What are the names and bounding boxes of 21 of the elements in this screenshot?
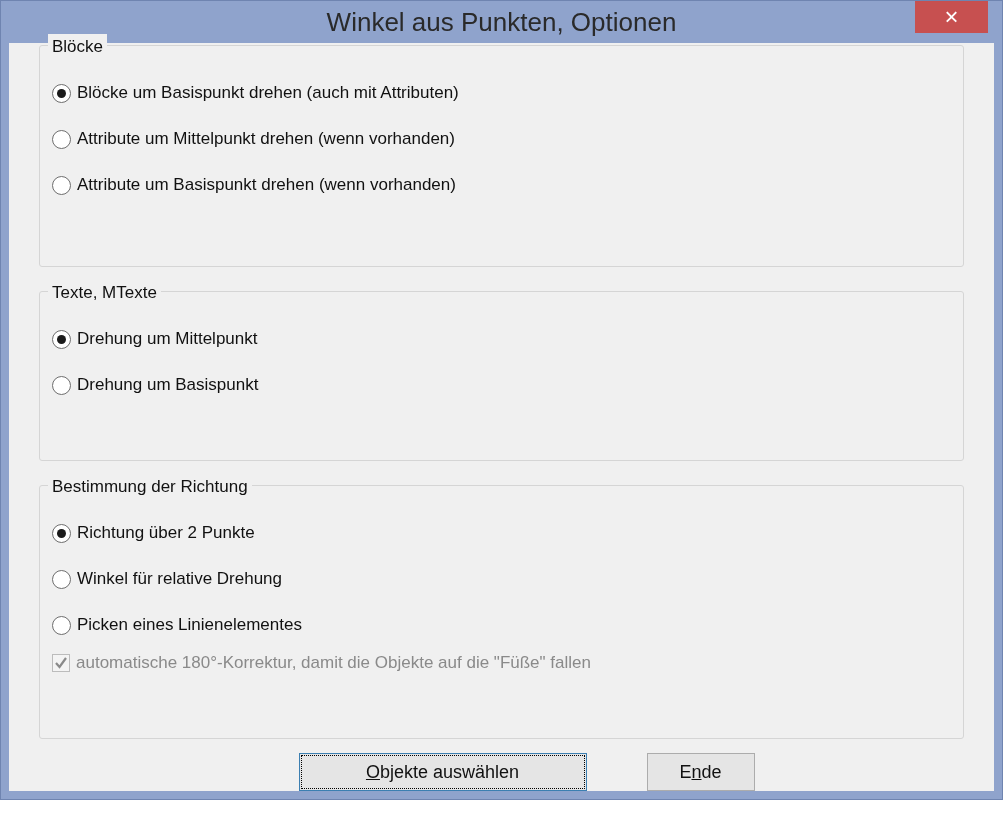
radio-button[interactable]	[52, 129, 71, 149]
radio-button[interactable]	[52, 83, 71, 103]
window-title: Winkel aus Punkten, Optionen	[326, 5, 677, 39]
radio-label: Drehung um Mittelpunkt	[77, 328, 258, 351]
radio-button[interactable]	[52, 175, 71, 195]
radio-label: Attribute um Basispunkt drehen (wenn vorhanden)	[77, 174, 456, 197]
radio-button[interactable]	[52, 569, 71, 589]
radio-label: Richtung über 2 Punkte	[77, 522, 255, 545]
radio-label: Winkel für relative Drehung	[77, 568, 283, 591]
dialog-button[interactable]: Ende	[646, 753, 755, 791]
dialog-button[interactable]: Objekte auswählen	[298, 753, 587, 791]
radio-button[interactable]	[52, 615, 71, 635]
radio-label: Blöcke um Basispunkt drehen (auch mit Attributen)	[77, 82, 459, 105]
radio-label: Drehung um Basispunkt	[77, 374, 259, 397]
radio-button[interactable]	[52, 375, 71, 395]
radio-button[interactable]	[52, 523, 71, 543]
radio-label: Attribute um Mittelpunkt drehen (wenn vorhanden)	[77, 128, 455, 151]
checkbox-label: automatische 180°-Korrektur, damit die Objekte auf die "Füße" fallen	[76, 652, 591, 675]
radio-button[interactable]	[52, 329, 71, 349]
radio-label: Picken eines Linienelementes	[77, 614, 302, 637]
close-button[interactable]: ×	[915, 1, 988, 33]
